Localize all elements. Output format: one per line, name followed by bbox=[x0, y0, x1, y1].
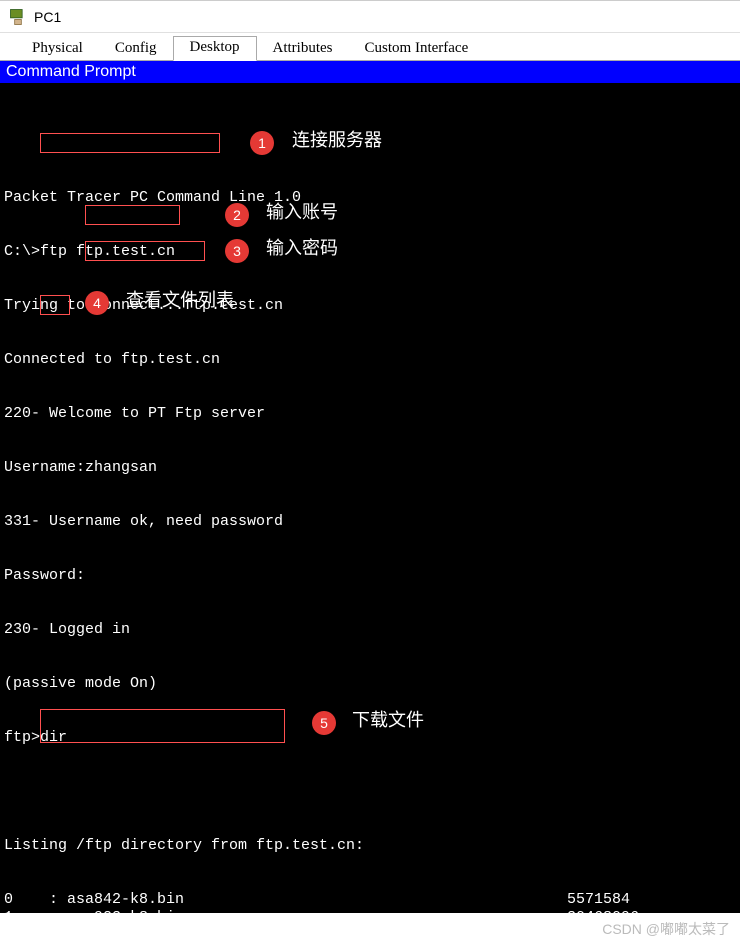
file-name: asa923-k8.bin bbox=[67, 909, 567, 913]
term-line: Password: bbox=[4, 567, 736, 585]
file-row: 0: asa842-k8.bin5571584 bbox=[4, 891, 736, 909]
term-line: Trying to connect...ftp.test.cn bbox=[4, 297, 736, 315]
annotation-text-2: 输入账号 bbox=[266, 203, 338, 221]
terminal[interactable]: Packet Tracer PC Command Line 1.0 C:\>ft… bbox=[0, 83, 740, 913]
annotation-badge-1: 1 bbox=[250, 131, 274, 155]
term-line: Connected to ftp.test.cn bbox=[4, 351, 736, 369]
file-index: 0 bbox=[4, 891, 49, 909]
highlight-box bbox=[85, 205, 180, 225]
annotation-badge-2: 2 bbox=[225, 203, 249, 227]
app-window: PC1 Physical Config Desktop Attributes C… bbox=[0, 0, 740, 913]
watermark: CSDN @嘟嘟太菜了 bbox=[602, 919, 730, 939]
annotation-text-3: 输入密码 bbox=[266, 239, 338, 257]
term-blank bbox=[4, 783, 736, 801]
file-size: 5571584 bbox=[567, 891, 630, 909]
file-index: 1 bbox=[4, 909, 49, 913]
term-line: 220- Welcome to PT Ftp server bbox=[4, 405, 736, 423]
term-line: Username:zhangsan bbox=[4, 459, 736, 477]
annotation-badge-3: 3 bbox=[225, 239, 249, 263]
title-bar: PC1 bbox=[0, 1, 740, 33]
annotation-badge-5: 5 bbox=[312, 711, 336, 735]
tab-strip: Physical Config Desktop Attributes Custo… bbox=[0, 33, 740, 61]
term-line: ftp>dir bbox=[4, 729, 736, 747]
file-list: 0: asa842-k8.bin55715841: asa923-k8.bin3… bbox=[4, 891, 736, 913]
file-name: asa842-k8.bin bbox=[67, 891, 567, 909]
tab-physical[interactable]: Physical bbox=[16, 38, 99, 61]
file-row: 1: asa923-k8.bin30468096 bbox=[4, 909, 736, 913]
tab-desktop[interactable]: Desktop bbox=[173, 36, 257, 61]
pc-icon bbox=[8, 7, 28, 27]
tab-config[interactable]: Config bbox=[99, 38, 173, 61]
tab-attributes[interactable]: Attributes bbox=[257, 38, 349, 61]
annotation-badge-4: 4 bbox=[85, 291, 109, 315]
file-size: 30468096 bbox=[567, 909, 639, 913]
term-line: (passive mode On) bbox=[4, 675, 736, 693]
term-line: C:\>ftp ftp.test.cn bbox=[4, 243, 736, 261]
app-title: PC1 bbox=[34, 9, 61, 25]
term-line: Packet Tracer PC Command Line 1.0 bbox=[4, 189, 736, 207]
tab-custom-interface[interactable]: Custom Interface bbox=[349, 38, 485, 61]
term-line: 331- Username ok, need password bbox=[4, 513, 736, 531]
command-prompt-header: Command Prompt bbox=[0, 61, 740, 83]
annotation-text-1: 连接服务器 bbox=[292, 131, 382, 149]
term-line: 230- Logged in bbox=[4, 621, 736, 639]
annotation-text-5: 下载文件 bbox=[352, 711, 424, 729]
annotation-text-4: 查看文件列表 bbox=[126, 291, 234, 309]
term-line: Listing /ftp directory from ftp.test.cn: bbox=[4, 837, 736, 855]
